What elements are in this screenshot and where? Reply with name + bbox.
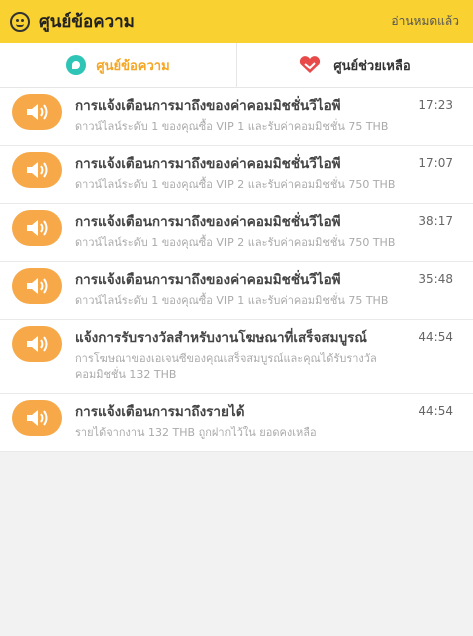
speaker-icon (12, 268, 62, 304)
speaker-icon (12, 400, 62, 436)
message-list: การแจ้งเตือนการมาถึงของค่าคอมมิชชั่นวีไอ… (0, 88, 473, 452)
message-item[interactable]: การแจ้งเตือนการมาถึงของค่าคอมมิชชั่นวีไอ… (0, 262, 473, 320)
message-time: 35:48 (418, 272, 453, 286)
message-item[interactable]: การแจ้งเตือนการมาถึงของค่าคอมมิชชั่นวีไอ… (0, 204, 473, 262)
speaker-icon (12, 210, 62, 246)
smiley-chat-icon (10, 11, 30, 32)
message-item[interactable]: การแจ้งเตือนการมาถึงรายได้ รายได้จากงาน … (0, 394, 473, 452)
tab-help-center[interactable]: ศูนย์ช่วยเหลือ (236, 43, 473, 87)
heart-help-icon (300, 56, 321, 73)
message-title: การแจ้งเตือนการมาถึงของค่าคอมมิชชั่นวีไอ… (75, 272, 341, 288)
tab-help-center-label: ศูนย์ช่วยเหลือ (333, 58, 411, 74)
message-title: การแจ้งเตือนการมาถึงรายได้ (75, 404, 245, 420)
message-time: 44:54 (418, 404, 453, 418)
message-title: แจ้งการรับรางวัลสำหรับงานโฆษณาที่เสร็จสม… (75, 330, 367, 346)
message-item[interactable]: การแจ้งเตือนการมาถึงของค่าคอมมิชชั่นวีไอ… (0, 88, 473, 146)
message-description: ดาวน์ไลน์ระดับ 1 ของคุณซื้อ VIP 2 และรับ… (75, 178, 396, 191)
message-time: 17:07 (418, 156, 453, 170)
page-title: ศูนย์ข้อความ (39, 12, 135, 32)
message-description: การโฆษณาของเอเจนซีของคุณเสร็จสมบูรณ์และค… (75, 352, 377, 381)
message-time: 44:54 (418, 330, 453, 344)
message-title: การแจ้งเตือนการมาถึงของค่าคอมมิชชั่นวีไอ… (75, 98, 341, 114)
message-title: การแจ้งเตือนการมาถึงของค่าคอมมิชชั่นวีไอ… (75, 214, 341, 230)
message-title: การแจ้งเตือนการมาถึงของค่าคอมมิชชั่นวีไอ… (75, 156, 341, 172)
tab-message-center-label: ศูนย์ข้อความ (96, 58, 170, 74)
mark-all-read-button[interactable]: อ่านหมดแล้ว (391, 12, 463, 31)
message-time: 38:17 (418, 214, 453, 228)
speaker-icon (12, 94, 62, 130)
message-description: ดาวน์ไลน์ระดับ 1 ของคุณซื้อ VIP 1 และรับ… (75, 294, 389, 307)
message-item[interactable]: การแจ้งเตือนการมาถึงของค่าคอมมิชชั่นวีไอ… (0, 146, 473, 204)
tab-message-center[interactable]: ศูนย์ข้อความ (0, 43, 236, 87)
tab-bar: ศูนย์ข้อความ ศูนย์ช่วยเหลือ (0, 43, 473, 88)
message-description: ดาวน์ไลน์ระดับ 1 ของคุณซื้อ VIP 1 และรับ… (75, 120, 389, 133)
chat-bubble-icon (66, 55, 87, 75)
message-item[interactable]: แจ้งการรับรางวัลสำหรับงานโฆษณาที่เสร็จสม… (0, 320, 473, 394)
message-time: 17:23 (418, 98, 453, 112)
message-description: ดาวน์ไลน์ระดับ 1 ของคุณซื้อ VIP 2 และรับ… (75, 236, 396, 249)
message-description: รายได้จากงาน 132 THB ถูกฝากไว้ใน ยอดคงเห… (75, 426, 317, 439)
speaker-icon (12, 152, 62, 188)
app-header: ศูนย์ข้อความ อ่านหมดแล้ว (0, 0, 473, 43)
speaker-icon (12, 326, 62, 362)
